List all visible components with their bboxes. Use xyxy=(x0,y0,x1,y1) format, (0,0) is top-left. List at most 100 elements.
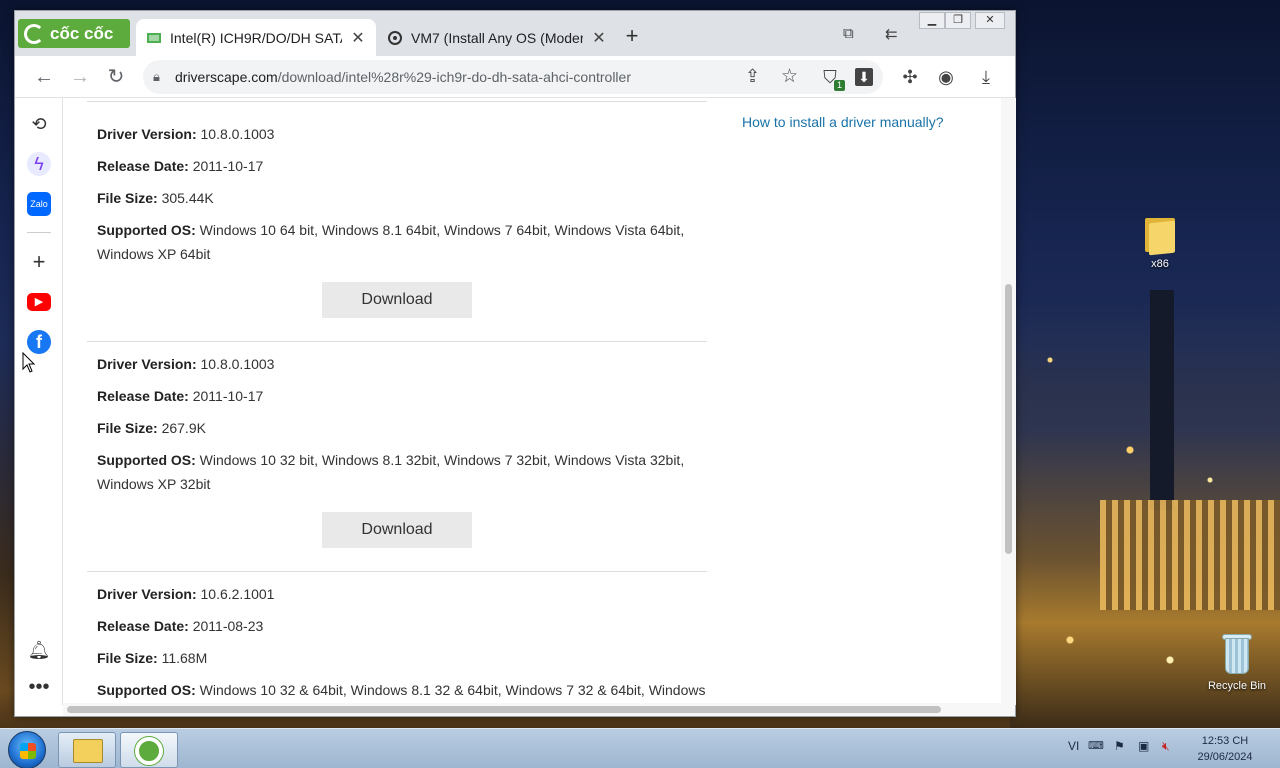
bookmark-star-icon[interactable]: ☆ xyxy=(781,65,798,88)
start-button[interactable] xyxy=(8,731,46,768)
side-panel: ⟲ ϟ Zalo + ▶ f 🔔︎ ••• xyxy=(15,98,63,705)
supported-os-row: Supported OS: Windows 10 64 bit, Windows… xyxy=(97,222,685,262)
entry-divider xyxy=(87,571,707,572)
new-tab-button[interactable]: + xyxy=(620,25,644,47)
extensions-puzzle-icon[interactable]: ✣ xyxy=(899,66,921,88)
recycle-bin-icon xyxy=(1220,632,1254,676)
wallpaper-building xyxy=(1100,500,1280,610)
download-button[interactable]: Download xyxy=(322,282,472,318)
more-options-icon[interactable]: ••• xyxy=(27,677,51,702)
desktop-recycle-bin[interactable]: Recycle Bin xyxy=(1200,632,1274,692)
forward-button[interactable]: → xyxy=(67,64,93,90)
horizontal-scroll-thumb[interactable] xyxy=(67,706,941,713)
file-size-row: File Size: 305.44K xyxy=(97,190,214,206)
close-tab-icon[interactable]: ✕ xyxy=(350,28,366,48)
adblock-count-badge: 1 xyxy=(834,80,845,91)
file-size-row: File Size: 267.9K xyxy=(97,420,206,436)
release-date: 2011-10-17 xyxy=(192,388,264,404)
close-tab-icon[interactable]: ✕ xyxy=(591,28,607,48)
file-size: 267.9K xyxy=(161,420,206,436)
driver-version: 10.8.0.1003 xyxy=(200,356,275,372)
driver-version-row: Driver Version: 10.8.0.1003 xyxy=(97,356,275,372)
tab-title: Intel(R) ICH9R/DO/DH SATA xyxy=(170,29,342,46)
facebook-icon[interactable]: f xyxy=(27,330,51,354)
back-button[interactable]: ← xyxy=(31,64,57,90)
browser-window: cốc cốc Intel(R) ICH9R/DO/DH SATA ✕ VM7 … xyxy=(14,10,1016,717)
clock-date: 29/06/2024 xyxy=(1197,751,1253,763)
driver-favicon-icon xyxy=(147,32,161,43)
coccoc-menu-button[interactable]: cốc cốc xyxy=(18,19,130,48)
recycle-bin-label: Recycle Bin xyxy=(1207,680,1267,692)
history-icon[interactable]: ⟲ xyxy=(27,112,51,136)
notifications-bell-icon[interactable]: 🔔︎ xyxy=(27,638,51,662)
url-path: /download/intel%28r%29-ich9r-do-dh-sata-… xyxy=(277,69,631,85)
supported-os: Windows 10 32 & 64bit, Windows 8.1 32 & … xyxy=(199,682,706,698)
taskbar: VI ⌨ ⚑ ▣ 🔇︎ 12:53 CH 29/06/2024 xyxy=(0,728,1280,768)
coccoc-taskbar-icon xyxy=(135,737,163,765)
system-clock[interactable]: 12:53 CH 29/06/2024 xyxy=(1190,733,1260,765)
brand-label: cốc cốc xyxy=(50,23,114,43)
desktop-folder-x86[interactable]: x86 xyxy=(1130,214,1190,270)
clock-time: 12:53 CH xyxy=(1201,735,1249,747)
zalo-icon[interactable]: Zalo xyxy=(27,192,51,216)
file-explorer-icon xyxy=(73,739,103,763)
taskbar-coccoc-button[interactable] xyxy=(120,732,178,768)
driver-version-row: Driver Version: 10.8.0.1003 xyxy=(97,126,275,142)
download-button[interactable]: Download xyxy=(322,512,472,548)
vertical-scroll-thumb[interactable] xyxy=(1005,284,1012,554)
address-bar[interactable]: 🔒︎ driverscape.com/download/intel%28r%29… xyxy=(143,60,883,94)
release-date: 2011-08-23 xyxy=(192,618,264,634)
url-host: driverscape.com xyxy=(175,69,278,85)
close-window-button[interactable]: ✕ xyxy=(975,12,1005,29)
tab-vm7[interactable]: VM7 (Install Any OS (Modern ✕ xyxy=(377,19,617,56)
tab-driverscape[interactable]: Intel(R) ICH9R/DO/DH SATA ✕ xyxy=(136,19,376,56)
tab-search-icon[interactable]: ⧉ xyxy=(843,25,854,42)
savior-download-icon[interactable]: ⬇ xyxy=(855,68,873,86)
downloads-icon[interactable]: ⤓ xyxy=(975,66,997,88)
entry-divider xyxy=(87,101,707,102)
volume-muted-icon[interactable]: 🔇︎ xyxy=(1162,739,1170,754)
maximize-button[interactable]: ❐ xyxy=(945,12,971,29)
vertical-scrollbar[interactable] xyxy=(1001,98,1016,705)
action-center-flag-icon[interactable]: ⚑ xyxy=(1114,739,1125,753)
file-size-row: File Size: 11.68M xyxy=(97,650,208,666)
keyboard-icon[interactable]: ⌨ xyxy=(1088,739,1104,752)
minimize-button[interactable]: ▁ xyxy=(919,12,945,29)
wallpaper-tower xyxy=(1150,290,1174,510)
sidebar-divider xyxy=(27,232,51,233)
mouse-cursor-icon xyxy=(22,352,36,373)
back-arrow-icon[interactable]: ⇇ xyxy=(885,25,898,43)
title-bar: cốc cốc Intel(R) ICH9R/DO/DH SATA ✕ VM7 … xyxy=(15,11,1015,56)
adblock-shield-icon[interactable]: ⛉ 1 xyxy=(819,66,845,91)
language-indicator[interactable]: VI xyxy=(1068,739,1079,753)
share-icon[interactable]: ⇪ xyxy=(745,66,760,87)
install-manual-link[interactable]: How to install a driver manually? xyxy=(742,114,944,130)
browser-toolbar: ← → ↻ 🔒︎ driverscape.com/download/intel%… xyxy=(15,56,1015,98)
network-icon[interactable]: ▣ xyxy=(1138,739,1149,753)
messenger-icon[interactable]: ϟ xyxy=(27,152,51,176)
supported-os-row: Supported OS: Windows 10 32 & 64bit, Win… xyxy=(97,682,706,698)
entry-divider xyxy=(87,341,707,342)
driver-version: 10.8.0.1003 xyxy=(200,126,275,142)
release-date-row: Release Date: 2011-10-17 xyxy=(97,388,264,404)
youtube-icon[interactable]: ▶ xyxy=(27,293,51,311)
horizontal-scrollbar[interactable] xyxy=(63,703,1015,716)
reload-button[interactable]: ↻ xyxy=(103,64,129,90)
add-app-icon[interactable]: + xyxy=(27,250,51,274)
release-date-row: Release Date: 2011-08-23 xyxy=(97,618,264,634)
release-date: 2011-10-17 xyxy=(192,158,264,174)
profile-avatar-icon[interactable]: ◉ xyxy=(935,66,957,88)
taskbar-explorer-button[interactable] xyxy=(58,732,116,768)
vm-favicon-icon xyxy=(388,30,402,45)
lock-icon: 🔒︎ xyxy=(153,69,160,84)
coccoc-logo-icon xyxy=(24,23,44,44)
release-date-row: Release Date: 2011-10-17 xyxy=(97,158,264,174)
tab-title: VM7 (Install Any OS (Modern xyxy=(411,29,583,46)
driver-version: 10.6.2.1001 xyxy=(200,586,275,602)
desktop-folder-label: x86 xyxy=(1151,258,1169,270)
file-size: 11.68M xyxy=(161,650,208,666)
page-content: How to install a driver manually? Driver… xyxy=(63,98,1001,705)
driver-version-row: Driver Version: 10.6.2.1001 xyxy=(97,586,275,602)
file-size: 305.44K xyxy=(161,190,214,206)
folder-icon xyxy=(1143,214,1177,256)
